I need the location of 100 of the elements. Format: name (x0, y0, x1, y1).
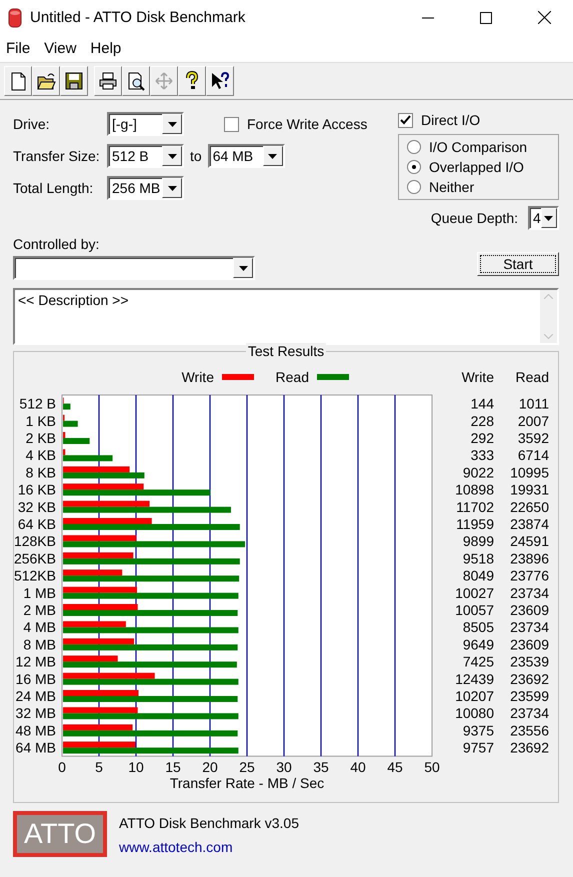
category-label: 128KB (14, 533, 56, 550)
category-label: 16 MB (16, 670, 56, 687)
read-value: 3592 (518, 430, 549, 446)
read-value: 23609 (510, 602, 549, 618)
window-title: Untitled - ATTO Disk Benchmark (30, 9, 246, 26)
close-icon[interactable] (538, 11, 550, 24)
category-label: 64 KB (18, 516, 56, 532)
write-value: 10207 (455, 688, 494, 704)
write-value: 10027 (455, 584, 494, 601)
read-value: 10995 (510, 464, 549, 480)
menu-item[interactable]: View (38, 40, 84, 57)
checkbox[interactable] (398, 112, 413, 128)
write-value: 9899 (462, 533, 494, 550)
read-value: 23734 (510, 705, 549, 722)
app-icon (8, 8, 22, 28)
category-label: 4 MB (23, 619, 56, 636)
write-value: 9649 (462, 636, 494, 652)
website-link[interactable]: www.attotech.com (119, 839, 299, 855)
category-label: 4 KB (26, 447, 56, 464)
write-value: 144 (470, 396, 494, 412)
category-label: 512 B (19, 396, 56, 412)
queue-depth-dropdown[interactable]: 4 (528, 206, 559, 230)
read-value: 1011 (518, 396, 549, 412)
transfer-size-label: Transfer Size: (13, 148, 101, 164)
category-label: 1 KB (26, 412, 56, 429)
read-value: 23609 (510, 636, 549, 652)
axis-tick-label: 25 (239, 759, 255, 776)
transfer-size-from-dropdown[interactable]: 512 B (107, 144, 184, 168)
category-label: 1 MB (23, 584, 56, 601)
category-label: 48 MB (16, 722, 56, 738)
total-length-label: Total Length: (13, 180, 94, 196)
write-value: 12439 (455, 670, 494, 687)
menu-item[interactable]: Help (84, 40, 130, 57)
axis-tick-label: 35 (313, 759, 329, 776)
to-label: to (190, 148, 202, 164)
write-bar (63, 449, 66, 456)
group-title: Test Results (246, 343, 326, 359)
category-label: 64 MB (16, 740, 56, 756)
version-text: ATTO Disk Benchmark v3.05 (119, 815, 299, 831)
start-button[interactable]: Start (477, 252, 559, 276)
write-value: 333 (470, 447, 494, 464)
write-bar (63, 570, 122, 576)
read-value: 23734 (510, 584, 549, 601)
context-help-button[interactable] (206, 66, 234, 96)
read-value: 24591 (510, 533, 549, 550)
drive-dropdown[interactable]: [-g-] (107, 112, 184, 136)
category-label: 2 MB (23, 602, 56, 618)
controlled-by-label: Controlled by: (13, 236, 100, 252)
checkbox-label: Force Write Access (247, 116, 368, 132)
axis-tick-label: 10 (128, 759, 144, 776)
checkbox[interactable] (224, 116, 239, 132)
checkbox-label: Direct I/O (421, 112, 480, 128)
write-value: 9757 (462, 740, 494, 756)
page-magnifier-icon[interactable] (126, 71, 146, 91)
axis-tick-label: 50 (424, 759, 440, 776)
total-length-dropdown[interactable]: 256 MB (107, 176, 184, 200)
write-bar (63, 656, 118, 662)
radio-button[interactable] (407, 140, 421, 154)
column-header: Write (462, 369, 494, 385)
category-label: 8 KB (26, 464, 56, 480)
axis-title: Transfer Rate - MB / Sec (170, 775, 324, 792)
open-button[interactable] (32, 66, 60, 96)
help-button[interactable] (178, 66, 206, 96)
read-value: 22650 (510, 498, 549, 515)
new-button[interactable] (4, 66, 32, 96)
printer-icon[interactable] (98, 71, 118, 91)
radio-label: I/O Comparison (429, 139, 528, 155)
print-button[interactable] (94, 66, 122, 96)
radio-button[interactable] (407, 160, 421, 174)
category-label: 512KB (14, 568, 56, 584)
read-value: 23776 (510, 568, 549, 584)
read-value: 23556 (510, 722, 549, 738)
menu-item[interactable]: File (0, 40, 38, 57)
column-header: Read (516, 369, 549, 385)
save-button[interactable] (60, 66, 88, 96)
controlled-by-dropdown[interactable] (13, 256, 255, 280)
write-value: 8049 (462, 568, 494, 584)
write-bar (63, 432, 66, 438)
write-value: 11959 (456, 516, 494, 532)
write-value: 292 (470, 430, 494, 446)
folder-icon[interactable] (36, 71, 56, 91)
write-value: 9375 (462, 722, 494, 738)
read-value: 19931 (510, 482, 549, 498)
transfer-size-to-dropdown[interactable]: 64 MB (208, 144, 285, 168)
axis-tick-label: 0 (58, 759, 66, 776)
axis-tick-label: 30 (276, 759, 292, 776)
preview-button[interactable] (122, 66, 150, 96)
write-value: 7425 (462, 654, 494, 670)
category-label: 2 KB (26, 430, 56, 446)
radio-button[interactable] (407, 180, 421, 194)
category-label: 32 MB (16, 705, 56, 722)
radio-label: Overlapped I/O (429, 159, 524, 175)
axis-tick-label: 15 (165, 759, 181, 776)
axis-tick-label: 45 (387, 759, 403, 776)
write-value: 228 (470, 412, 494, 429)
maximize-icon[interactable] (480, 12, 492, 24)
pointer-question-icon[interactable] (210, 71, 230, 91)
write-value: 9518 (462, 550, 494, 566)
read-value: 23692 (510, 670, 549, 687)
radio-label: Neither (429, 179, 474, 195)
